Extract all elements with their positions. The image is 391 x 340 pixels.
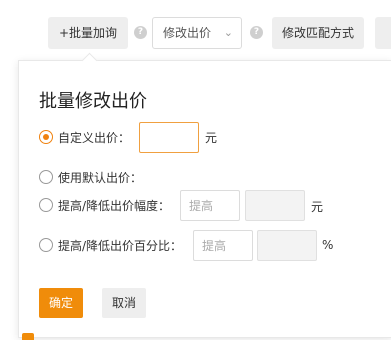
adjust-amount-input[interactable] — [245, 190, 305, 221]
modify-price-select-value: 修改出价 — [163, 26, 212, 40]
custom-bid-input[interactable] — [139, 122, 199, 153]
more-button[interactable] — [375, 17, 391, 49]
modify-match-button[interactable]: 修改匹配方式 — [272, 17, 364, 49]
unit-label: % — [322, 238, 334, 252]
popover-title: 批量修改出价 — [39, 91, 147, 112]
radio-default-bid[interactable] — [39, 170, 53, 184]
option-label: 提高/降低出价幅度： — [58, 199, 171, 213]
unit-label: 元 — [205, 131, 218, 145]
radio-adjust-percent[interactable] — [39, 238, 53, 252]
unit-label: 元 — [311, 200, 324, 214]
chevron-down-icon: ⌄ — [223, 26, 233, 39]
help-icon[interactable]: ? — [250, 26, 263, 39]
toolbar: +批量加询 ? 修改出价 ⌄ ? 修改匹配方式 — [0, 0, 391, 60]
radio-custom-bid[interactable] — [39, 130, 53, 144]
modify-price-select[interactable]: 修改出价 ⌄ — [152, 17, 242, 49]
option-label: 使用默认出价： — [58, 171, 143, 185]
radio-adjust-amount[interactable] — [39, 198, 53, 212]
confirm-button[interactable]: 确定 — [39, 288, 83, 318]
batch-modify-price-popover: 批量修改出价 自定义出价： 元 使用默认出价： 提高/降低出价幅度： 元 提高/… — [18, 52, 391, 338]
batch-add-button[interactable]: +批量加询 — [48, 17, 128, 49]
help-icon[interactable]: ? — [134, 26, 147, 39]
checkbox-partial[interactable] — [22, 333, 34, 340]
option-label: 自定义出价： — [58, 131, 131, 145]
percent-direction-select[interactable] — [193, 230, 253, 261]
adjust-direction-select[interactable] — [180, 190, 240, 221]
cancel-button[interactable]: 取消 — [102, 288, 146, 318]
option-label: 提高/降低出价百分比： — [58, 239, 183, 253]
percent-input[interactable] — [257, 230, 317, 261]
